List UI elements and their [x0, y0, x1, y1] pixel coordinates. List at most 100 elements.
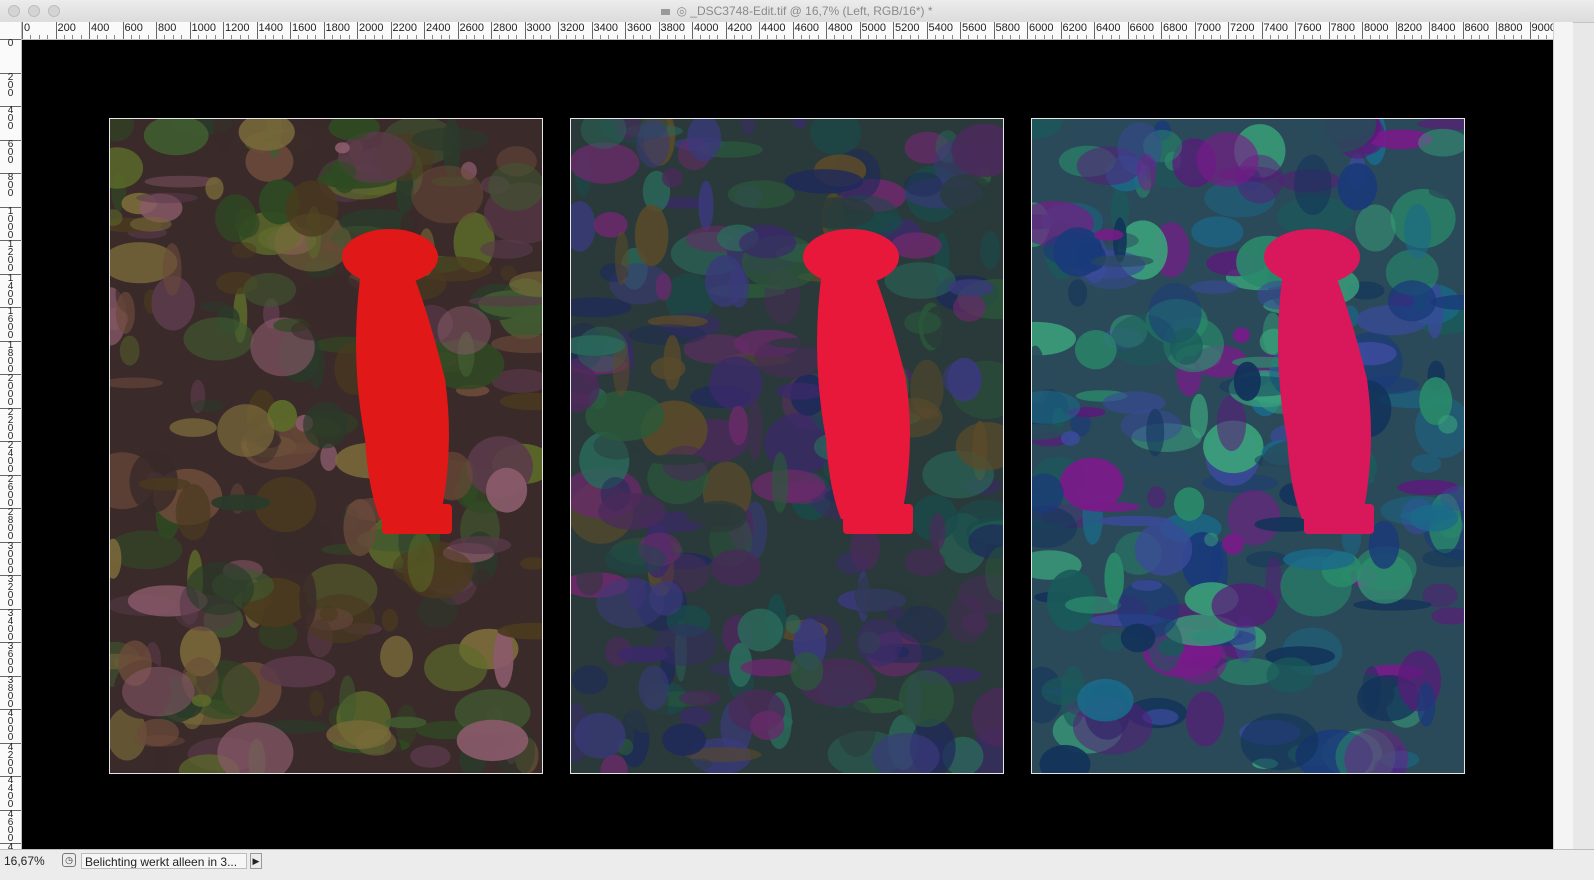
ruler-minor-tick	[164, 35, 166, 39]
ruler-label: 6200	[1060, 22, 1087, 39]
ruler-minor-tick	[549, 35, 551, 39]
ruler-minor-tick	[231, 35, 233, 39]
ruler-label: 2600	[0, 474, 21, 508]
ruler-minor-tick	[1119, 35, 1121, 39]
image-panel-middle[interactable]	[570, 118, 1004, 774]
ruler-minor-tick	[934, 35, 936, 39]
ruler-minor-tick	[1144, 35, 1146, 39]
ruler-minor-tick	[181, 35, 183, 39]
ruler-label: 4600	[0, 809, 21, 843]
ruler-label: 3200	[0, 575, 21, 609]
ruler-minor-tick	[1504, 35, 1506, 39]
ruler-minor-tick	[1470, 35, 1472, 39]
ruler-minor-tick	[1512, 35, 1514, 39]
ruler-label: 4400	[0, 776, 21, 810]
ruler-minor-tick	[532, 35, 534, 39]
horizontal-ruler[interactable]: 0 200 400 600 800 1000 1200 1400 1600 1800 2000 220…	[22, 22, 1572, 40]
image-panel-right[interactable]	[1031, 118, 1465, 774]
ruler-minor-tick	[1320, 35, 1322, 39]
ruler-label: 800	[0, 173, 21, 199]
ruler-minor-tick	[1018, 35, 1020, 39]
ruler-minor-tick	[382, 35, 384, 39]
ruler-minor-tick	[1135, 35, 1137, 39]
ruler-minor-tick	[1336, 35, 1338, 39]
ruler-minor-tick	[733, 35, 735, 39]
ruler-minor-tick	[909, 35, 911, 39]
ruler-minor-tick	[809, 35, 811, 39]
ruler-minor-tick	[365, 35, 367, 39]
ruler-minor-tick	[72, 35, 74, 39]
ruler-label: 8400	[1429, 22, 1455, 39]
ruler-minor-tick	[373, 35, 375, 39]
ruler-label: 7800	[1328, 22, 1355, 39]
ruler-minor-tick	[683, 35, 685, 39]
ruler-minor-tick	[608, 35, 610, 39]
ruler-minor-tick	[273, 35, 275, 39]
ruler-minor-tick	[248, 35, 250, 39]
ruler-label: 3600	[0, 642, 21, 676]
ruler-label: 1600	[290, 22, 316, 39]
ruler-minor-tick	[147, 35, 149, 39]
ruler-minor-tick	[1219, 35, 1221, 39]
ruler-minor-tick	[1454, 35, 1456, 39]
ruler-minor-tick	[616, 35, 618, 39]
ruler-minor-tick	[1152, 35, 1154, 39]
photo-texture	[571, 119, 1003, 773]
ruler-label: 4200	[0, 742, 21, 776]
ruler-minor-tick	[407, 35, 409, 39]
ruler-label: 7400	[1261, 22, 1288, 39]
ruler-label: 1400	[256, 22, 283, 39]
ruler-minor-tick	[1052, 35, 1054, 39]
status-menu-arrow-icon[interactable]: ▶	[250, 853, 262, 869]
ruler-minor-tick	[943, 35, 945, 39]
ruler-minor-tick	[641, 35, 643, 39]
image-panel-left[interactable]	[109, 118, 543, 774]
ruler-label: 8600	[1462, 22, 1489, 39]
ruler-label: 1200	[223, 22, 249, 39]
vertical-scrollbar[interactable]	[1553, 22, 1573, 849]
ruler-label: 3800	[0, 675, 21, 709]
ruler-label: 1600	[0, 307, 21, 341]
ruler-minor-tick	[499, 35, 501, 39]
ruler-minor-tick	[1244, 35, 1246, 39]
ruler-minor-tick	[951, 35, 953, 39]
ruler-minor-tick	[876, 35, 878, 39]
document-canvas[interactable]	[22, 40, 1553, 849]
ruler-label: 6800	[1161, 22, 1187, 39]
ruler-minor-tick	[901, 35, 903, 39]
ruler-minor-tick	[1420, 35, 1422, 39]
ruler-minor-tick	[516, 35, 518, 39]
ruler-label: 1000	[189, 22, 216, 39]
zoom-level-field[interactable]: 16,67%	[4, 853, 56, 869]
ruler-minor-tick	[1345, 35, 1347, 39]
window-title: ◎ _DSC3748-Edit.tif @ 16,7% (Left, RGB/1…	[0, 4, 1594, 18]
ruler-minor-tick	[1102, 35, 1104, 39]
status-info-icon[interactable]: ◷	[62, 853, 76, 867]
ruler-minor-tick	[976, 35, 978, 39]
ruler-minor-tick	[239, 35, 241, 39]
status-message[interactable]: Belichting werkt alleen in 3...	[81, 853, 247, 869]
ruler-minor-tick	[474, 35, 476, 39]
ruler-label: 2400	[424, 22, 450, 39]
ruler-minor-tick	[566, 35, 568, 39]
ruler-label: 4600	[792, 22, 819, 39]
ruler-minor-tick	[348, 35, 350, 39]
ruler-minor-tick	[1077, 35, 1079, 39]
ruler-label: 2200	[390, 22, 417, 39]
ruler-label: 1800	[0, 340, 21, 374]
ruler-minor-tick	[63, 35, 65, 39]
ruler-minor-tick	[340, 35, 342, 39]
ruler-minor-tick	[541, 35, 543, 39]
ruler-label: 7000	[1194, 22, 1221, 39]
ruler-label: 6400	[1094, 22, 1120, 39]
ruler-label: 1000	[0, 206, 21, 240]
ruler-minor-tick	[97, 35, 99, 39]
ruler-minor-tick	[650, 35, 652, 39]
vertical-ruler[interactable]: 0 200 400 600 800 100012001400160018002000220…	[0, 39, 22, 849]
ruler-label: 5800	[993, 22, 1020, 39]
ruler-label: 4400	[759, 22, 785, 39]
ruler-label: 9000	[1529, 22, 1556, 39]
ruler-origin[interactable]	[0, 22, 22, 40]
ruler-minor-tick	[1043, 35, 1045, 39]
ruler-minor-tick	[1353, 35, 1355, 39]
